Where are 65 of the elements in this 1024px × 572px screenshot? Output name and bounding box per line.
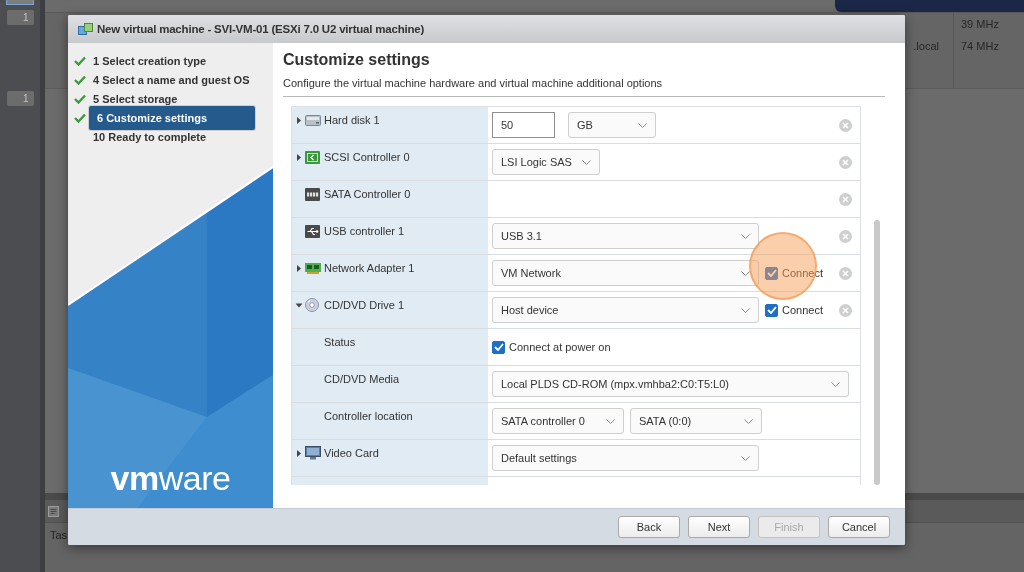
device-label: SATA Controller 0 (324, 187, 411, 201)
panel-icon[interactable] (48, 505, 59, 517)
checkbox[interactable] (765, 266, 778, 280)
checkbox[interactable] (765, 303, 778, 317)
count-badge: 1 (6, 10, 34, 25)
vm-icon (78, 22, 93, 36)
rail-tile (6, 0, 34, 5)
device-label: Network Adapter 1 (324, 261, 415, 275)
disc-icon (305, 298, 319, 312)
device-label: Video Card (324, 446, 379, 460)
caret-right-icon[interactable] (296, 116, 302, 124)
caret-right-icon[interactable] (296, 264, 302, 272)
usb-icon (305, 224, 320, 238)
logo: vmware (110, 462, 231, 494)
step-item[interactable]: 1 Select creation type (88, 51, 256, 70)
checkbox-label: Connect (782, 304, 823, 316)
step-item[interactable]: 4 Select a name and guest OS (88, 70, 256, 89)
device-label: USB controller 1 (324, 224, 405, 238)
checkbox-label: Connect at power on (509, 341, 611, 353)
monitor-icon (305, 446, 321, 460)
setting-label: Status (324, 335, 356, 349)
chevron-down-icon (741, 233, 750, 239)
window-title: New virtual machine - SVI-VM-01 (ESXi 7.0 U2 virtual machine) (97, 23, 425, 35)
table-cell: .local (913, 40, 939, 52)
page-heading: Customize settings (283, 50, 431, 70)
page-description: Configure the virtual machine hardware and virtual machine additional options (283, 76, 664, 90)
setting-label: Controller location (324, 409, 413, 423)
dropdown[interactable]: SATA controller 0 (492, 408, 624, 434)
step-item[interactable]: 6 Customize settings (88, 104, 256, 131)
scrollbar[interactable] (874, 220, 880, 485)
chevron-down-icon (741, 270, 750, 276)
chevron-down-icon (831, 381, 840, 387)
dialog-button[interactable]: Next (688, 516, 750, 538)
caret-right-icon[interactable] (296, 449, 302, 457)
dropdown[interactable]: VM Network (492, 260, 759, 286)
dialog-button[interactable]: Cancel (828, 516, 890, 538)
controller-icon (305, 150, 320, 164)
device-label: Hard disk 1 (324, 113, 380, 127)
dropdown[interactable]: SATA (0:0) (630, 408, 762, 434)
dropdown[interactable]: Local PLDS CD-ROM (mpx.vmhba2:C0:T5:L0) (492, 371, 849, 397)
checkbox[interactable] (492, 340, 505, 354)
chevron-down-icon (741, 455, 750, 461)
input-field[interactable]: 50 (492, 112, 555, 138)
setting-label: CD/DVD Media (324, 372, 400, 386)
dialog-button[interactable]: Back (618, 516, 680, 538)
dropdown[interactable]: USB 3.1 (492, 223, 759, 249)
dropdown[interactable]: GB (568, 112, 656, 138)
chevron-down-icon (606, 418, 615, 424)
chevron-down-icon (638, 122, 647, 128)
count-badge: 1 (6, 91, 34, 106)
chevron-down-icon (581, 159, 591, 165)
chevron-down-icon (741, 307, 750, 313)
device-label: CD/DVD Drive 1 (324, 298, 405, 312)
chevron-down-icon (744, 418, 753, 424)
dropdown[interactable]: LSI Logic SAS (492, 149, 600, 175)
caret-down-icon[interactable] (295, 302, 303, 308)
table-cell: 74 MHz (961, 40, 999, 52)
storage-controller-icon (305, 187, 320, 201)
dropdown[interactable]: Default settings (492, 445, 759, 471)
dropdown[interactable]: Host device (492, 297, 759, 323)
network-card-icon (305, 262, 321, 274)
panel-title: Tas (50, 529, 68, 541)
table-cell: 39 MHz (961, 18, 999, 30)
device-label: SCSI Controller 0 (324, 150, 410, 164)
caret-right-icon[interactable] (296, 153, 302, 161)
